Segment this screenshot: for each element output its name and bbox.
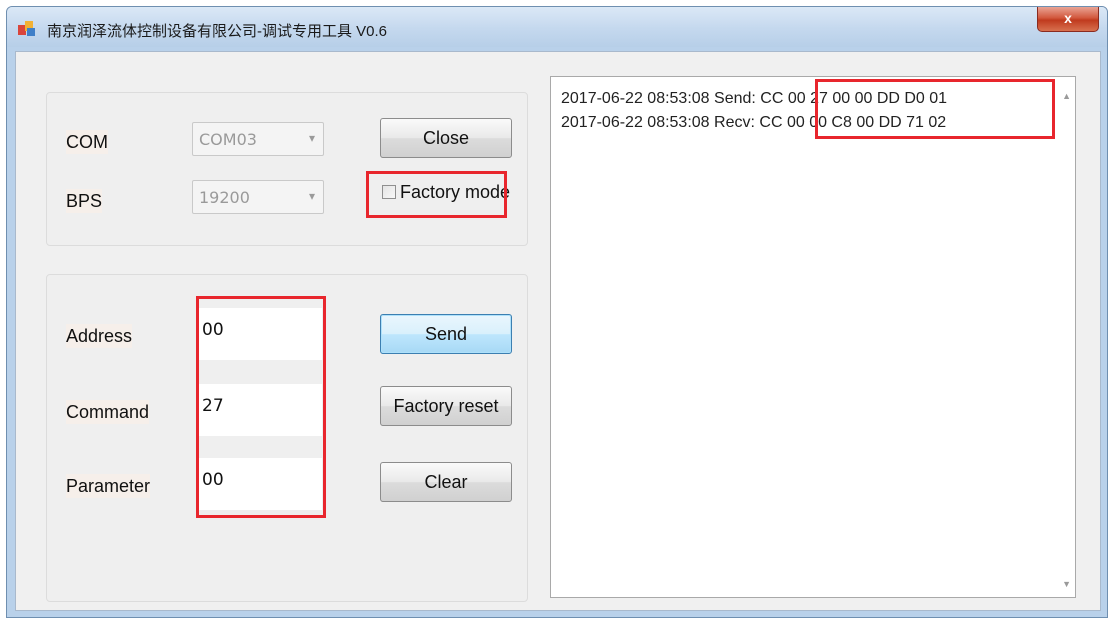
close-port-button[interactable]: Close (380, 118, 512, 158)
bps-select[interactable]: 19200 ▾ (192, 180, 324, 214)
send-button[interactable]: Send (380, 314, 512, 354)
window-close-button[interactable]: x (1037, 7, 1099, 32)
scroll-down-icon[interactable]: ▼ (1062, 579, 1071, 589)
app-icon (18, 21, 35, 36)
factory-reset-button[interactable]: Factory reset (380, 386, 512, 426)
bps-value: 19200 (199, 188, 250, 207)
title-bar[interactable]: 南京润泽流体控制设备有限公司-调试专用工具 V0.6 x (7, 7, 1107, 47)
serial-settings-group (46, 92, 528, 246)
com-label: COM (66, 130, 108, 154)
command-label: Command (66, 400, 150, 424)
scroll-up-icon[interactable]: ▲ (1062, 91, 1071, 101)
com-port-select[interactable]: COM03 ▾ (192, 122, 324, 156)
factory-mode-highlight (366, 171, 507, 218)
log-bytes-highlight (815, 79, 1055, 139)
bps-label: BPS (66, 189, 103, 213)
log-direction: Send: (714, 90, 756, 107)
log-timestamp: 2017-06-22 08:53:08 (561, 90, 710, 107)
client-area: COM COM03 ▾ BPS 19200 ▾ Close Factory mo… (15, 51, 1101, 611)
app-window: 南京润泽流体控制设备有限公司-调试专用工具 V0.6 x COM COM03 ▾… (6, 6, 1108, 618)
com-port-value: COM03 (199, 130, 257, 149)
parameter-label: Parameter (66, 474, 151, 498)
chevron-down-icon: ▾ (308, 189, 315, 203)
input-fields-highlight (196, 296, 326, 518)
log-textarea[interactable]: 2017-06-22 08:53:08 Send: CC 00 27 00 00… (550, 76, 1076, 598)
log-direction: Recv: (714, 114, 755, 131)
clear-button[interactable]: Clear (380, 462, 512, 502)
address-label: Address (66, 324, 133, 348)
log-timestamp: 2017-06-22 08:53:08 (561, 114, 710, 131)
window-title: 南京润泽流体控制设备有限公司-调试专用工具 V0.6 (47, 23, 388, 40)
chevron-down-icon: ▾ (308, 131, 315, 145)
